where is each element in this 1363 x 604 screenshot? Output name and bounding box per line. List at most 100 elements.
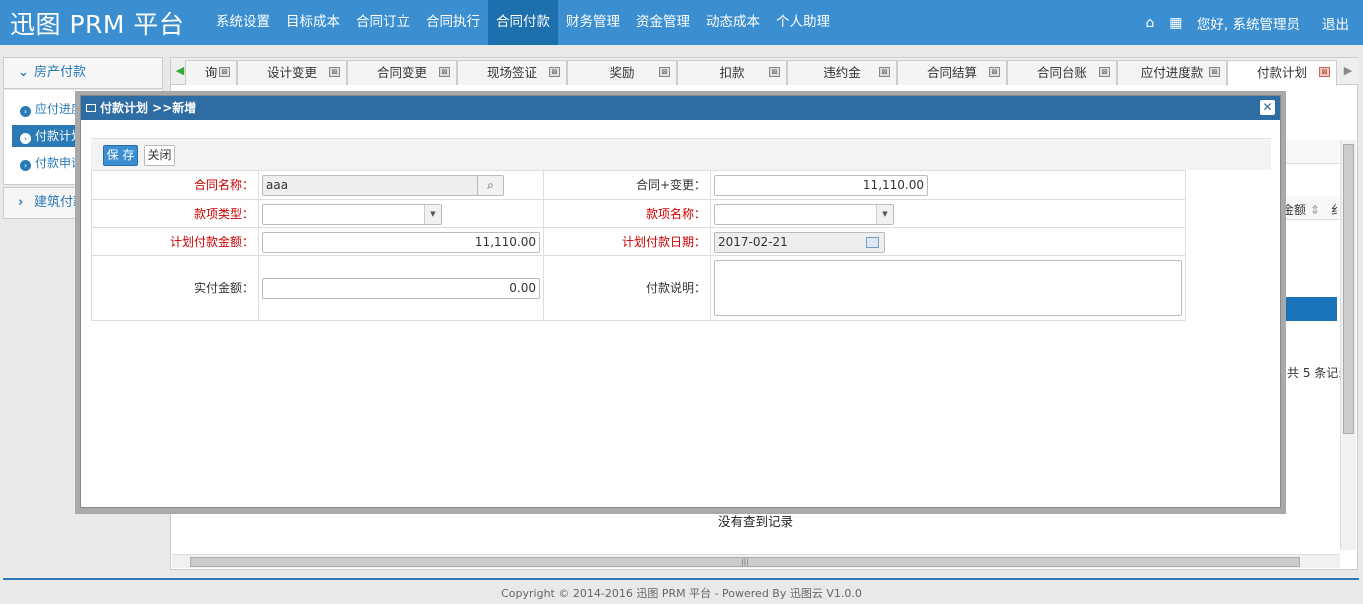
tab-penalty[interactable]: 违约金 ⊠ (787, 60, 897, 85)
tab-label: 奖励 (609, 65, 635, 80)
top-navbar: 迅图 PRM 平台 系统设置 目标成本 合同订立 合同执行 合同付款 财务管理 … (0, 0, 1363, 45)
plan-date-field[interactable]: 2017-02-21 (714, 232, 885, 253)
tab-design-change[interactable]: 设计变更 ⊠ (237, 60, 347, 85)
item-name-select[interactable]: ▼ (714, 204, 894, 225)
sidebar-group-property-payment[interactable]: ⌄ 房产付款 (3, 57, 163, 89)
tab-payment-plan[interactable]: 付款计划 ⊠ (1227, 60, 1337, 86)
arrow-circle-icon: › (20, 133, 31, 144)
tab-close-icon[interactable]: ⊠ (879, 67, 890, 77)
tab-close-icon[interactable]: ⊠ (439, 67, 450, 77)
tab-reward[interactable]: 奖励 ⊠ (567, 60, 677, 85)
nav-personal-assistant[interactable]: 个人助理 (768, 0, 838, 45)
main-nav: 系统设置 目标成本 合同订立 合同执行 合同付款 财务管理 资金管理 动态成本 … (208, 0, 838, 45)
user-greeting[interactable]: 您好, 系统管理员 (1197, 13, 1300, 33)
home-icon[interactable]: ⌂ (1137, 15, 1163, 31)
grid-selected-row[interactable] (1282, 297, 1337, 321)
arrow-circle-icon: › (20, 160, 31, 171)
contract-name-label: 合同名称： (193, 178, 254, 192)
horizontal-scrollbar[interactable]: ||| (172, 554, 1340, 568)
scrollbar-thumb[interactable]: ||| (190, 557, 1300, 567)
form-row: 实付金额： 0.00 付款说明： (92, 256, 1185, 320)
window-icon (86, 104, 96, 112)
plan-date-label: 计划付款日期： (621, 235, 706, 249)
tab-contract-settlement[interactable]: 合同结算 ⊠ (897, 60, 1007, 85)
item-name-label: 款项名称： (645, 207, 706, 221)
tab-label: 设计变更 (266, 65, 317, 80)
save-button[interactable]: 保 存 (103, 145, 138, 166)
tab-close-icon[interactable]: ⊠ (659, 67, 670, 77)
nav-contract-execution[interactable]: 合同执行 (418, 0, 488, 45)
tab-close-icon[interactable]: ⊠ (989, 67, 1000, 77)
tab-close-icon[interactable]: ⊠ (329, 67, 340, 77)
tab-label: 现场签证 (486, 65, 537, 80)
contract-name-field[interactable]: aaa (262, 175, 478, 196)
chevron-down-icon: ⌄ (18, 65, 29, 80)
nav-system-settings[interactable]: 系统设置 (208, 0, 278, 45)
brand-title: 迅图 PRM 平台 (10, 10, 185, 39)
payment-plan-form: 合同名称： aaa ⌕ 合同+变更： 11,110.00 款项类型： ▼ 款项名… (91, 170, 1186, 321)
dialog-title-bar: 付款计划 >>新增 (81, 96, 1280, 120)
tab-label: 合同台账 (1036, 65, 1087, 80)
copyright-text: Copyright © 2014-2016 迅图 PRM 平台 - Powere… (501, 587, 862, 600)
form-row: 合同名称： aaa ⌕ 合同+变更： 11,110.00 (92, 171, 1185, 200)
pay-note-label: 付款说明： (645, 281, 706, 295)
tab-label: 合同结算 (926, 65, 977, 80)
dialog-title: 付款计划 >>新增 (100, 101, 197, 115)
chevron-right-icon: › (18, 195, 24, 210)
vertical-scrollbar[interactable] (1340, 140, 1356, 550)
logout-link[interactable]: 退出 (1322, 13, 1349, 33)
form-row: 款项类型： ▼ 款项名称： ▼ (92, 200, 1185, 228)
chevron-down-icon: ▼ (424, 205, 441, 224)
date-value: 2017-02-21 (718, 235, 788, 249)
tab-close-icon[interactable]: ⊠ (219, 67, 230, 77)
actual-amount-field[interactable]: 0.00 (262, 278, 540, 299)
tab-close-icon[interactable]: ⊠ (1209, 67, 1220, 77)
apps-grid-icon[interactable]: ▦ (1163, 15, 1189, 31)
pay-note-textarea[interactable] (714, 260, 1182, 316)
sidebar-group-label: 房产付款 (34, 65, 87, 80)
tab-bar: ◀ 询 ⊠ 设计变更 ⊠ 合同变更 ⊠ 现场签证 ⊠ 奖励 ⊠ 扣款 ⊠ 违约金 ⊠ 合同结算… (171, 58, 1359, 86)
nav-target-cost[interactable]: 目标成本 (278, 0, 348, 45)
close-button[interactable]: 关闭 (144, 145, 175, 166)
tab-close-icon[interactable]: ⊠ (1099, 67, 1110, 77)
tab-label: 扣款 (719, 65, 745, 80)
top-right-tools: ⌂ ▦ 您好, 系统管理员 退出 (1137, 0, 1363, 45)
tab-label: 应付进度款 (1140, 65, 1204, 80)
item-type-select[interactable]: ▼ (262, 204, 442, 225)
sort-icon: ⇕ (1309, 203, 1320, 217)
tab-label: 询 (204, 65, 218, 80)
nav-dynamic-cost[interactable]: 动态成本 (698, 0, 768, 45)
tab-payable-progress[interactable]: 应付进度款 ⊠ (1117, 60, 1227, 85)
plan-amount-label: 计划付款金额： (169, 235, 254, 249)
search-icon[interactable]: ⌕ (477, 175, 504, 196)
scrollbar-thumb[interactable] (1343, 144, 1354, 434)
tab-close-icon[interactable]: ⊠ (769, 67, 780, 77)
nav-contract-signing[interactable]: 合同订立 (348, 0, 418, 45)
tab-label: 合同变更 (376, 65, 427, 80)
plan-amount-field[interactable]: 11,110.00 (262, 232, 540, 253)
dialog-close-icon[interactable]: ✕ (1260, 100, 1275, 115)
calendar-icon[interactable] (866, 237, 879, 248)
chevron-down-icon: ▼ (876, 205, 893, 224)
tab-label: 付款计划 (1256, 65, 1307, 80)
arrow-circle-icon: › (20, 106, 31, 117)
nav-funds[interactable]: 资金管理 (628, 0, 698, 45)
tab-deduction[interactable]: 扣款 ⊠ (677, 60, 787, 85)
nav-finance[interactable]: 财务管理 (558, 0, 628, 45)
contract-change-label: 合同+变更： (635, 178, 706, 192)
tab-contract-change[interactable]: 合同变更 ⊠ (347, 60, 457, 85)
dialog-toolbar: 保 存 关闭 (91, 138, 1271, 170)
item-type-label: 款项类型： (193, 207, 254, 221)
tab-site-visa[interactable]: 现场签证 ⊠ (457, 60, 567, 85)
tab-inquiry[interactable]: 询 ⊠ (185, 60, 237, 85)
tab-close-icon[interactable]: ⊠ (1319, 67, 1330, 77)
actual-amount-label: 实付金额： (193, 281, 254, 295)
grid-column-header-amount[interactable]: 金额 ⇕ (1282, 201, 1320, 218)
footer-divider (3, 578, 1359, 580)
tab-close-icon[interactable]: ⊠ (549, 67, 560, 77)
contract-change-field[interactable]: 11,110.00 (714, 175, 928, 196)
tab-contract-ledger[interactable]: 合同台账 ⊠ (1007, 60, 1117, 85)
tab-label: 违约金 (823, 65, 861, 80)
nav-contract-payment[interactable]: 合同付款 (488, 0, 558, 45)
tab-scroll-right-icon[interactable]: ▶ (1341, 62, 1355, 80)
